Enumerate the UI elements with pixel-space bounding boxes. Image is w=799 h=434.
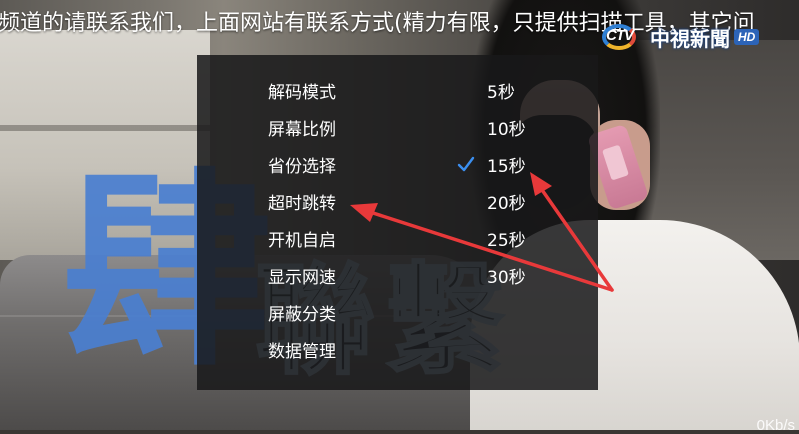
timeout-option[interactable]: 30秒 xyxy=(447,257,547,294)
channel-name: 中視新聞 xyxy=(650,26,730,51)
network-speed: 0Kb/s xyxy=(756,417,795,434)
timeout-option[interactable]: 10秒 xyxy=(447,109,547,146)
hd-badge: HD xyxy=(734,29,760,45)
timeout-option-label: 5秒 xyxy=(487,83,515,103)
menu-item-screen-ratio[interactable]: 屏幕比例 xyxy=(268,109,418,146)
timeout-option[interactable]: 25秒 xyxy=(447,220,547,257)
menu-item-decode-mode[interactable]: 解码模式 xyxy=(268,72,418,109)
timeout-option-selected[interactable]: 15秒 xyxy=(447,146,547,183)
checkmark-icon xyxy=(457,156,475,172)
settings-category-list: 解码模式 屏幕比例 省份选择 超时跳转 开机自启 显示网速 屏蔽分类 数据管理 xyxy=(268,72,418,368)
timeout-option-label: 20秒 xyxy=(487,194,526,214)
timeout-option[interactable]: 20秒 xyxy=(447,183,547,220)
menu-item-data-management[interactable]: 数据管理 xyxy=(268,331,418,368)
timeout-option[interactable]: 5秒 xyxy=(447,72,547,109)
settings-menu: 解码模式 屏幕比例 省份选择 超时跳转 开机自启 显示网速 屏蔽分类 数据管理 … xyxy=(197,55,598,390)
channel-logo: CTV 中視新聞 HD xyxy=(600,20,790,54)
channel-logo-icon: CTV xyxy=(600,22,648,52)
menu-item-block-category[interactable]: 屏蔽分类 xyxy=(268,294,418,331)
timeout-option-list: 5秒 10秒 15秒 20秒 25秒 30秒 xyxy=(447,72,547,294)
menu-item-province-select[interactable]: 省份选择 xyxy=(268,146,418,183)
timeout-option-label: 30秒 xyxy=(487,268,526,288)
menu-item-show-speed[interactable]: 显示网速 xyxy=(268,257,418,294)
menu-item-auto-start[interactable]: 开机自启 xyxy=(268,220,418,257)
timeout-option-label: 25秒 xyxy=(487,231,526,251)
channel-logo-mark: CTV xyxy=(606,27,634,44)
timeout-option-label: 15秒 xyxy=(487,157,526,177)
timeout-option-label: 10秒 xyxy=(487,120,526,140)
menu-item-timeout-jump[interactable]: 超时跳转 xyxy=(268,183,418,220)
